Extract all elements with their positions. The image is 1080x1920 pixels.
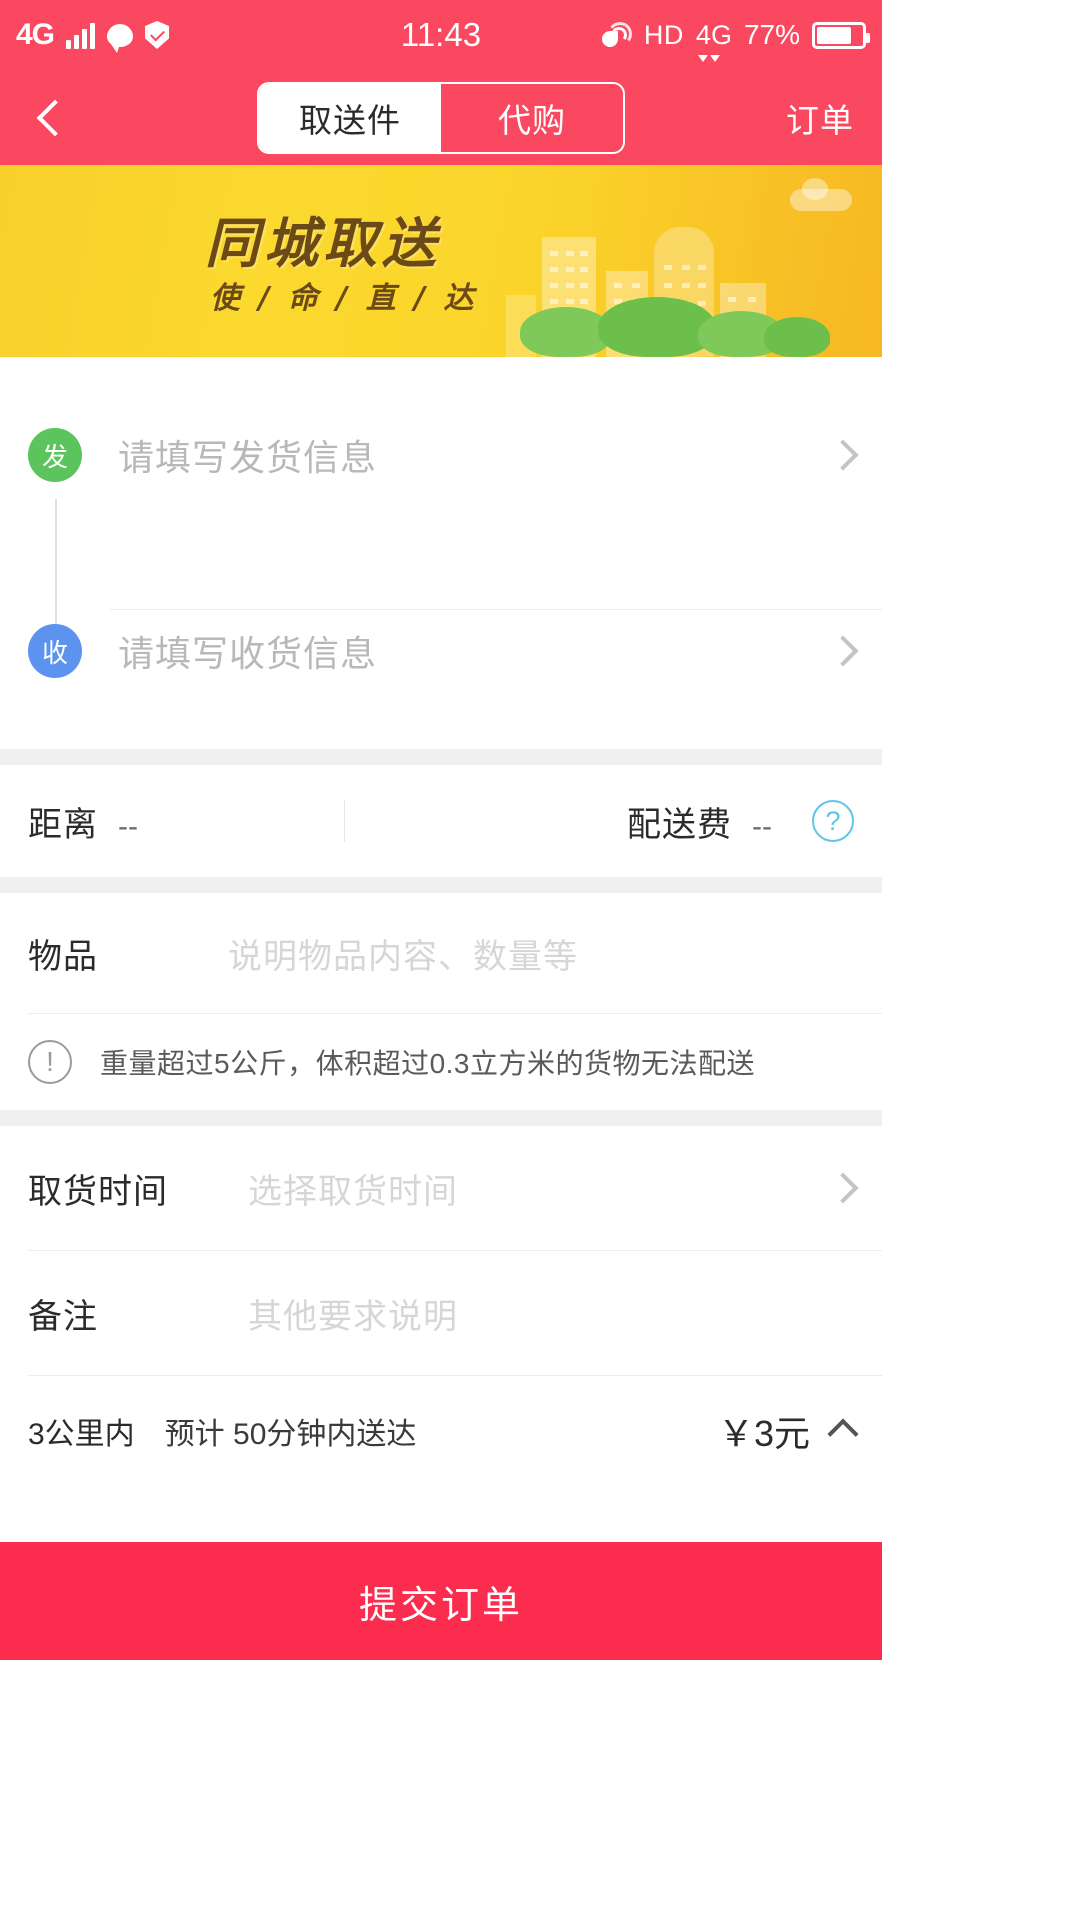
- banner-subtitle: 使 / 命 / 直 / 达: [210, 281, 478, 316]
- tree-icon: [598, 297, 716, 357]
- remark-input[interactable]: 其他要求说明: [248, 1289, 458, 1338]
- details-card: 取货时间 选择取货时间 备注 其他要求说明 3公里内 预计 50分钟内送达 ￥3…: [0, 1126, 882, 1486]
- distance-range-label: 3公里内: [28, 1418, 135, 1451]
- tree-icon: [764, 317, 830, 357]
- remark-label: 备注: [28, 1297, 98, 1336]
- item-input[interactable]: 说明物品内容、数量等: [228, 929, 578, 978]
- city-illustration: [502, 197, 830, 357]
- nav-bar: 取送件 代购 订单: [0, 70, 882, 165]
- sender-badge: 发: [28, 428, 82, 482]
- orders-link[interactable]: 订单: [786, 94, 854, 142]
- sender-address-row[interactable]: 发 请填写发货信息: [28, 357, 859, 553]
- chevron-right-icon: [827, 439, 859, 471]
- distance-fee-row: 距离 -- 配送费 -- ?: [0, 765, 882, 877]
- section-gap: [0, 1110, 882, 1126]
- pickup-time-value: 选择取货时间: [248, 1172, 458, 1211]
- tab-purchase-agent[interactable]: 代购: [441, 84, 623, 152]
- hd-label: HD: [643, 19, 684, 50]
- summary-card: 距离 -- 配送费 -- ?: [0, 765, 882, 877]
- distance-label: 距离: [28, 805, 98, 844]
- question-mark-icon[interactable]: ?: [812, 800, 854, 842]
- price-summary-left: 3公里内 预计 50分钟内送达: [28, 1409, 416, 1453]
- section-gap: [0, 877, 882, 893]
- exclamation-icon: !: [28, 1040, 72, 1084]
- network-type-label-2: 4G: [695, 19, 732, 62]
- section-gap: [0, 749, 882, 765]
- receiver-address-row[interactable]: 收 请填写收货信息: [28, 553, 859, 749]
- mute-icon: [601, 20, 634, 49]
- distance-value: --: [118, 809, 138, 843]
- fee-cell: 配送费 --: [627, 797, 772, 846]
- address-card: 发 请填写发货信息 收 请填写收货信息: [0, 357, 882, 749]
- fee-group: 配送费 -- ?: [627, 797, 854, 846]
- price-summary-row[interactable]: 3公里内 预计 50分钟内送达 ￥3元: [0, 1376, 882, 1486]
- status-right: HD 4G 77%: [601, 19, 870, 62]
- app-root: 4G 11:43 HD 4G 77% 取送件 代购 订单 同城取送 使 / 命 …: [0, 0, 882, 1920]
- status-bar: 4G 11:43 HD 4G 77%: [0, 0, 882, 70]
- distance-cell: 距离 --: [28, 797, 138, 846]
- tab-pickup-delivery[interactable]: 取送件: [259, 83, 441, 152]
- data-arrows-icon: [697, 54, 720, 62]
- network-type-text-2: 4G: [695, 19, 732, 50]
- fee-label: 配送费: [627, 805, 733, 844]
- chevron-right-icon: [827, 635, 859, 667]
- vertical-separator: [344, 800, 345, 842]
- weight-warning-text: 重量超过5公斤，体积超过0.3立方米的货物无法配送: [100, 1048, 755, 1079]
- price-amount: ￥3元: [717, 1413, 810, 1454]
- remark-row[interactable]: 备注 其他要求说明: [0, 1251, 882, 1375]
- battery-percent-label: 77%: [743, 19, 800, 50]
- sender-address-placeholder: 请填写发货信息: [118, 437, 378, 478]
- eta-label: 预计 50分钟内送达: [164, 1418, 417, 1451]
- chevron-up-icon[interactable]: [827, 1418, 859, 1450]
- weight-warning-row: ! 重量超过5公斤，体积超过0.3立方米的货物无法配送: [0, 1014, 882, 1110]
- back-chevron-icon[interactable]: [36, 99, 74, 136]
- bottom-filler: [0, 1486, 882, 1542]
- promo-banner[interactable]: 同城取送 使 / 命 / 直 / 达: [0, 165, 882, 357]
- segmented-control: 取送件 代购: [257, 81, 625, 154]
- submit-order-button[interactable]: 提交订单: [0, 1542, 882, 1660]
- pickup-time-row[interactable]: 取货时间 选择取货时间: [0, 1126, 882, 1250]
- banner-title: 同城取送: [205, 212, 441, 275]
- receiver-badge: 收: [28, 624, 82, 678]
- fee-value: --: [752, 809, 772, 843]
- price-summary-right: ￥3元: [717, 1405, 859, 1457]
- battery-icon: [812, 21, 870, 49]
- item-label: 物品: [28, 937, 98, 976]
- receiver-address-placeholder: 请填写收货信息: [118, 633, 378, 674]
- chevron-right-icon: [827, 1172, 859, 1204]
- item-card: 物品 说明物品内容、数量等 ! 重量超过5公斤，体积超过0.3立方米的货物无法配…: [0, 893, 882, 1110]
- pickup-time-label: 取货时间: [28, 1172, 168, 1211]
- item-row[interactable]: 物品 说明物品内容、数量等: [0, 893, 882, 1013]
